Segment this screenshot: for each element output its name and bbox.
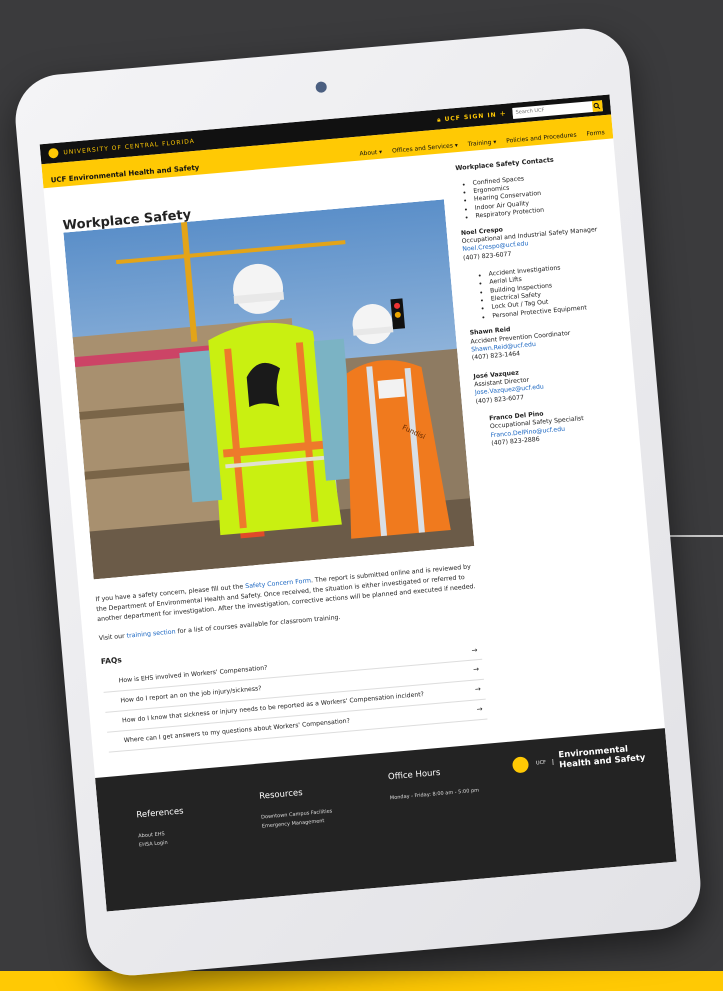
- footer-office-hours: Office Hours Monday - Friday: 8:00 am - …: [388, 763, 480, 804]
- ucf-pegasus-logo-icon: [511, 755, 529, 774]
- office-hours-text: Monday - Friday: 8:00 am - 5:00 pm: [389, 787, 480, 802]
- sign-in-label: UCF SIGN IN: [444, 111, 497, 123]
- nav-training-label: Training: [467, 139, 492, 149]
- search-button[interactable]: [591, 99, 603, 112]
- contact-card: Franco Del Pino Occupational Safety Spec…: [477, 403, 631, 450]
- footer-references: References About EHS EHSA Login: [136, 804, 187, 849]
- footer-ehs-logo[interactable]: UCF Environmental Health and Safety: [511, 744, 646, 775]
- arrow-right-icon: →: [474, 685, 482, 694]
- contact-card: José Vazquez Assistant Director Jose.Vaz…: [473, 360, 627, 407]
- ucf-wordmark: UCF: [535, 758, 554, 767]
- contact-card: Noel Crespo Occupational and Industrial …: [461, 216, 615, 263]
- arrow-right-icon: →: [476, 705, 483, 714]
- arrow-right-icon: →: [471, 645, 478, 655]
- chevron-down-icon: ▾: [454, 141, 459, 150]
- footer-heading: References: [136, 806, 184, 821]
- camera-icon: [315, 81, 328, 94]
- paragraph-text: Visit our: [98, 632, 127, 643]
- nav-forms[interactable]: Forms: [586, 129, 605, 138]
- main-content: Workplace Safety Fundisi Workplace Safet…: [43, 138, 663, 756]
- footer-heading: Office Hours: [387, 767, 441, 783]
- arrow-right-icon: →: [472, 665, 480, 675]
- search-input[interactable]: [512, 101, 593, 118]
- paragraph-text: for a list of courses available for clas…: [175, 614, 341, 636]
- footer-heading: Resources: [258, 787, 304, 802]
- nav-about-label: About: [359, 149, 378, 158]
- nav-training[interactable]: Training ▾: [468, 139, 497, 148]
- footer-resources: Resources Downtown Campus Facilities Eme…: [259, 784, 334, 832]
- topic-list-2: Accident Investigations Aerial Lifts Bui…: [464, 260, 620, 323]
- chevron-down-icon: ▾: [378, 148, 383, 156]
- ehs-brand-name: Environmental Health and Safety: [558, 744, 646, 771]
- topic-list-1: Confined Spaces Ergonomics Hearing Conse…: [456, 168, 611, 223]
- tablet-screen: UNIVERSITY OF CENTRAL FLORIDA 🔒︎ UCF SIG…: [39, 94, 677, 912]
- tablet-device: UNIVERSITY OF CENTRAL FLORIDA 🔒︎ UCF SIG…: [11, 24, 705, 980]
- site-footer: References About EHS EHSA Login Resource…: [95, 728, 677, 912]
- search-icon: [593, 102, 601, 109]
- ucf-pegasus-logo-icon[interactable]: [48, 147, 59, 159]
- body-text: If you have a safety concern, please fil…: [95, 562, 488, 753]
- chevron-down-icon: ▾: [493, 138, 497, 146]
- plus-icon: ＋: [499, 110, 508, 119]
- contact-card: Shawn Reid Accident Prevention Coordinat…: [469, 317, 623, 364]
- sidebar-contacts: Workplace Safety Contacts Confined Space…: [455, 151, 632, 460]
- ucf-sign-in-link[interactable]: 🔒︎ UCF SIGN IN ＋: [437, 109, 507, 125]
- lock-icon: 🔒︎: [436, 116, 442, 124]
- training-section-link[interactable]: training section: [126, 629, 176, 640]
- yellow-accent-band: [0, 971, 723, 991]
- nav-about[interactable]: About ▾: [359, 149, 382, 158]
- hero-image-construction-workers: Fundisi: [63, 199, 475, 580]
